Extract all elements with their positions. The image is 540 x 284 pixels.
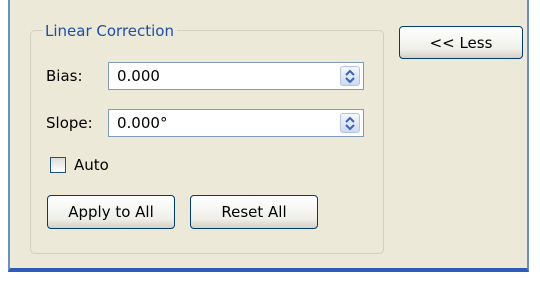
bias-label: Bias:: [46, 67, 83, 85]
slope-spinner-arrows-icon[interactable]: [340, 113, 360, 133]
reset-all-button[interactable]: Reset All: [190, 195, 318, 229]
slope-spinbox[interactable]: 0.000°: [108, 109, 364, 137]
auto-label[interactable]: Auto: [74, 156, 109, 174]
auto-checkbox[interactable]: [50, 157, 66, 173]
slope-value: 0.000°: [117, 114, 168, 132]
bias-value: 0.000: [117, 67, 160, 85]
less-button[interactable]: << Less: [399, 26, 523, 59]
slope-label: Slope:: [46, 114, 93, 132]
bias-spinner-arrows-icon[interactable]: [340, 66, 360, 86]
group-title: Linear Correction: [42, 22, 177, 40]
correction-panel: Linear Correction Bias: 0.000 Slope: 0.0…: [8, 0, 529, 272]
apply-to-all-button[interactable]: Apply to All: [47, 195, 175, 229]
bias-spinbox[interactable]: 0.000: [108, 62, 364, 90]
